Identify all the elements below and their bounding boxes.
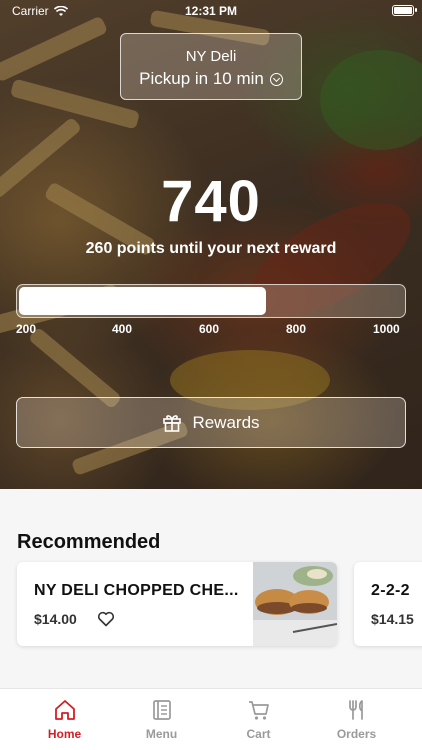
pickup-time-label: Pickup in 10 min [139,69,264,88]
tick-label: 1000 [373,322,400,336]
rewards-progress-bar [16,284,406,318]
progress-tick-labels: 200 400 600 800 1000 [16,322,406,338]
battery-icon [392,5,417,16]
item-price: $14.00 [34,611,77,627]
tab-label: Menu [145,727,178,741]
item-name: 2-2-2 [371,582,410,599]
tick-label: 800 [286,322,307,336]
tab-label: Orders [336,727,377,741]
chevron-down-icon [269,72,283,86]
tab-label: Cart [246,727,271,741]
tick-label: 600 [199,322,220,336]
tab-orders[interactable]: Orders [304,689,409,750]
clock: 12:31 PM [184,4,238,18]
tab-home[interactable]: Home [12,689,117,750]
tab-cart[interactable]: Cart [206,689,311,750]
utensils-icon [348,700,363,720]
menu-icon [152,700,171,720]
store-name: NY Deli [185,48,237,65]
rewards-progress-fill [19,287,267,315]
tab-menu[interactable]: Menu [109,689,214,750]
tick-label: 200 [16,322,37,336]
gift-icon [163,414,182,432]
points-caption: 260 points until your next reward [85,240,337,257]
heart-icon[interactable] [97,611,115,627]
rewards-button-label: Rewards [192,412,260,432]
home-icon [54,700,75,720]
cart-icon [248,701,269,720]
item-name: NY DELI CHOPPED CHE... [34,582,239,599]
bottom-tab-bar: Home Menu Cart Orders [0,688,422,750]
tab-label: Home [47,727,82,741]
status-bar: Carrier 12:31 PM [0,0,422,22]
recommended-item-card[interactable]: NY DELI CHOPPED CHE... $14.00 [17,562,337,646]
item-price: $14.15 [371,611,414,627]
hero-banner: Carrier 12:31 PM NY Deli Pickup in 10 mi… [0,0,422,489]
recommended-item-card[interactable]: 2-2-2 $14.15 [354,562,422,646]
recommended-title: Recommended [17,531,161,553]
item-photo [253,562,337,646]
points-balance: 740 [161,169,261,234]
tick-label: 400 [112,322,133,336]
rewards-button[interactable]: Rewards [16,397,406,448]
location-selector-button[interactable]: NY Deli Pickup in 10 min [120,33,302,100]
